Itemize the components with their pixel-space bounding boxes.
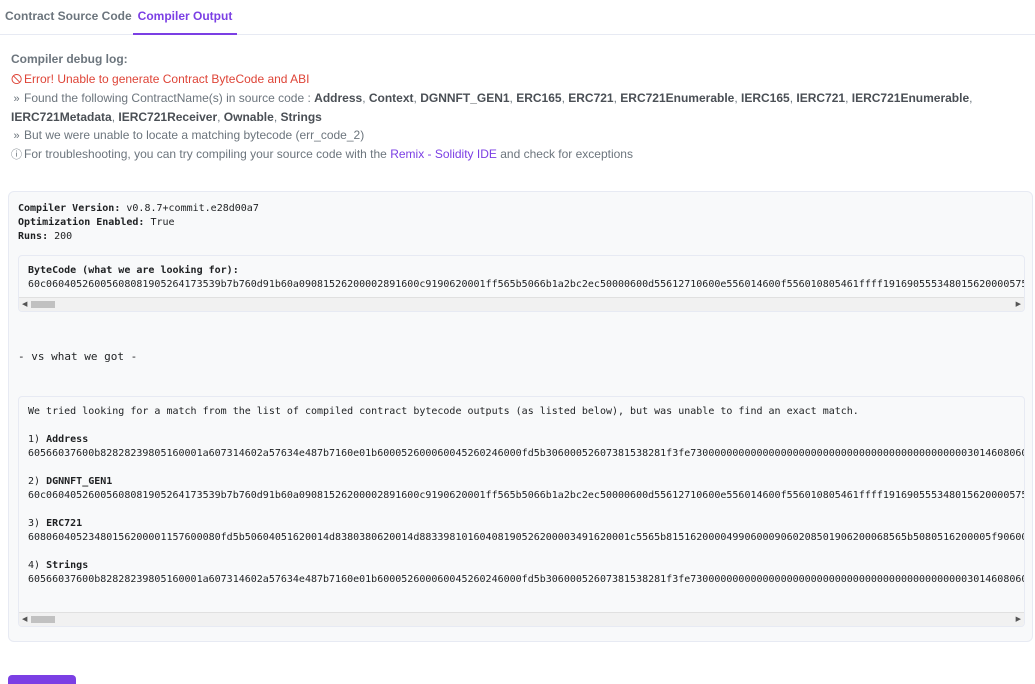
contract-name: ERC721Enumerable <box>620 91 735 105</box>
double-chevron-right-icon: » <box>13 93 20 105</box>
tab-contract-source-code[interactable]: Contract Source Code <box>5 0 132 35</box>
contract-name: Ownable <box>223 110 274 124</box>
expected-bytecode-value: 60c06040526005608081905264173539b7b760d9… <box>28 279 1025 290</box>
runs-label: Runs: <box>18 231 49 242</box>
contract-name: ERC165 <box>516 91 562 105</box>
log-error-text: Error! Unable to generate Contract ByteC… <box>24 72 310 86</box>
contract-name: IERC721 <box>796 91 846 105</box>
double-chevron-right-icon: » <box>13 130 20 142</box>
log-troubleshoot-suffix: and check for exceptions <box>500 147 633 161</box>
log-unable-text: But we were unable to locate a matching … <box>24 128 365 142</box>
scroll-right-icon[interactable]: ▶ <box>1016 301 1021 309</box>
compiler-version-label: Compiler Version: <box>18 203 121 214</box>
tab-bar: Contract Source Code Compiler Output <box>0 0 1035 35</box>
log-found-line: » Found the following ContractName(s) in … <box>11 91 973 124</box>
expected-bytecode-box: ByteCode (what we are looking for): 60c0… <box>18 255 1025 312</box>
compiler-debug-log: Compiler debug log: 🛇 Error! Unable to ge… <box>11 52 1026 164</box>
log-troubleshoot-line: ⓘ For troubleshooting, you can try compil… <box>11 145 1026 164</box>
action-button[interactable] <box>8 675 76 684</box>
result-item-strings: 4) Strings <box>28 560 89 571</box>
compiler-settings: Compiler Version: v0.8.7+commit.e28d00a7… <box>18 202 259 244</box>
scroll-right-icon[interactable]: ▶ <box>1016 616 1021 624</box>
runs-value: 200 <box>54 231 73 242</box>
scroll-left-icon[interactable]: ◀ <box>22 616 27 624</box>
compiled-outputs-box: We tried looking for a match from the li… <box>18 396 1025 627</box>
log-troubleshoot-prefix: For troubleshooting, you can try compili… <box>24 147 387 161</box>
remix-ide-link[interactable]: Remix - Solidity IDE <box>390 147 497 161</box>
contract-name: Context <box>368 91 414 105</box>
expected-bytecode-label: ByteCode (what we are looking for): <box>28 265 239 276</box>
vs-separator-text: - vs what we got - <box>18 350 138 363</box>
contract-name: IERC721Metadata <box>11 110 112 124</box>
contract-name: DGNNFT_GEN1 <box>420 91 510 105</box>
results-intro: We tried looking for a match from the li… <box>28 406 859 417</box>
scroll-left-icon[interactable]: ◀ <box>22 301 27 309</box>
compiler-version-value: v0.8.7+commit.e28d00a7 <box>126 203 259 214</box>
contract-name: IERC165 <box>741 91 790 105</box>
info-circle-icon: ⓘ <box>11 149 22 161</box>
contract-name: Strings <box>280 110 322 124</box>
result-bytecode: 60566037600b82828239805160001a607314602a… <box>28 448 1025 459</box>
result-bytecode: 60806040523480156200001157600080fd5b5060… <box>28 532 1025 543</box>
result-item-address: 1) Address <box>28 434 89 445</box>
result-item-erc721: 3) ERC721 <box>28 518 83 529</box>
optimization-label: Optimization Enabled: <box>18 217 145 228</box>
log-found-prefix: Found the following ContractName(s) in s… <box>24 91 311 105</box>
log-error-line: 🛇 Error! Unable to generate Contract Byte… <box>11 70 1026 89</box>
horizontal-scrollbar[interactable]: ◀ ▶ <box>19 297 1024 311</box>
contract-name: ERC721 <box>568 91 614 105</box>
tab-compiler-output[interactable]: Compiler Output <box>133 0 237 35</box>
horizontal-scrollbar[interactable]: ◀ ▶ <box>19 612 1024 626</box>
contract-name: Address <box>314 91 363 105</box>
result-bytecode: 60566037600b82828239805160001a607314602a… <box>28 574 1025 585</box>
result-bytecode: 60c06040526005608081905264173539b7b760d9… <box>28 490 1025 501</box>
scrollbar-thumb[interactable] <box>31 616 55 623</box>
result-item-dgnnft-gen1: 2) DGNNFT_GEN1 <box>28 476 113 487</box>
scrollbar-thumb[interactable] <box>31 301 55 308</box>
compiler-output-panel: Compiler Version: v0.8.7+commit.e28d00a7… <box>8 191 1033 642</box>
contract-name: IERC721Receiver <box>118 110 218 124</box>
contract-name: IERC721Enumerable <box>851 91 970 105</box>
log-title: Compiler debug log: <box>11 52 128 66</box>
log-unable-line: » But we were unable to locate a matching… <box>11 126 1026 145</box>
optimization-value: True <box>150 217 175 228</box>
ban-icon: 🛇 <box>11 74 23 86</box>
